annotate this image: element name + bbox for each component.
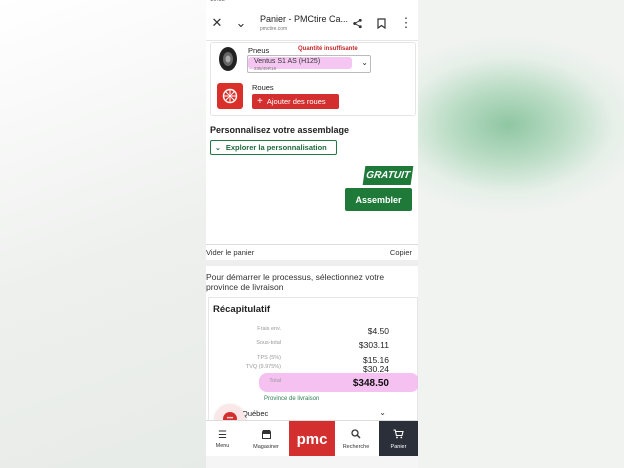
store-icon — [261, 429, 272, 442]
chevron-down-icon[interactable]: ⌄ — [232, 14, 250, 32]
tire-model: Ventus S1 AS (H125) — [254, 58, 321, 65]
nav-stores-label: Magasiner — [253, 443, 279, 450]
close-icon[interactable]: ✕ — [208, 14, 226, 32]
phone-screen: 19:55 ✕ ⌄ Panier - PMCtire Ca... pmctire… — [206, 0, 418, 468]
chevron-down-icon: ⌄ — [379, 408, 386, 417]
menu-icon: ☰ — [218, 429, 227, 441]
divider — [206, 244, 418, 245]
assemble-button[interactable]: Assembler — [345, 188, 412, 211]
add-wheels-button[interactable]: + Ajouter des roues — [252, 94, 339, 109]
search-icon — [351, 428, 361, 442]
share-icon[interactable] — [348, 14, 366, 32]
explore-customization-button[interactable]: ⌄ Explorer la personnalisation — [210, 140, 337, 155]
background-right — [418, 0, 624, 468]
divider — [206, 260, 418, 266]
summary-row: Sous-total $303.11 — [209, 340, 417, 350]
summary-value: $303.11 — [358, 340, 389, 350]
customize-title: Personnalisez votre assemblage — [210, 125, 350, 135]
tire-select[interactable]: Ventus S1 AS (H125) 235/45R18 ⌄ — [247, 55, 371, 73]
nav-stores[interactable]: Magasiner — [248, 421, 284, 457]
tire-icon — [219, 47, 237, 71]
copy-link[interactable]: Copier — [390, 248, 412, 257]
total-label: Total — [269, 378, 281, 384]
cart-item-card: Pneus Quantité insuffisante Ventus S1 AS… — [210, 42, 416, 116]
bottom-navigation: ☰ Menu Magasiner pmc Recherche Panier — [206, 420, 418, 457]
cart-icon — [393, 428, 404, 442]
add-wheels-label: Ajouter des roues — [266, 97, 326, 106]
province-value: Québec — [242, 409, 269, 418]
page-title: Panier - PMCtire Ca... — [260, 14, 349, 24]
nav-cart-label: Panier — [390, 443, 407, 450]
summary-label: Frais env. — [257, 326, 281, 332]
summary-label: TVQ (9.975%) — [245, 364, 281, 370]
bookmark-icon[interactable] — [372, 14, 390, 32]
browser-toolbar: ✕ ⌄ Panier - PMCtire Ca... pmctire.com ⋮ — [206, 6, 418, 41]
tire-size: 235/45R18 — [254, 66, 277, 71]
province-field-label: Province de livraison — [264, 396, 320, 402]
chevron-down-icon: ⌄ — [215, 144, 221, 152]
summary-row: Frais env. $4.50 — [209, 326, 417, 336]
clear-cart-link[interactable]: Vider le panier — [206, 248, 254, 257]
pmc-logo[interactable]: pmc — [289, 421, 335, 457]
system-navigation-bar — [206, 456, 418, 468]
explore-label: Explorer la personnalisation — [225, 143, 327, 152]
more-vert-icon[interactable]: ⋮ — [397, 14, 415, 32]
page-url: pmctire.com — [260, 26, 288, 32]
summary-card: Récapitulatif Frais env. $4.50 Sous-tota… — [208, 297, 418, 421]
province-message: Pour démarrer le processus, sélectionnez… — [206, 272, 385, 292]
stock-warning: Quantité insuffisante — [298, 46, 358, 52]
nav-menu[interactable]: ☰ Menu — [206, 421, 239, 457]
summary-value: $4.50 — [367, 326, 389, 336]
summary-total-row: Total $348.50 — [209, 378, 417, 389]
summary-label: TPS (5%) — [257, 355, 281, 361]
nav-search-label: Recherche — [342, 443, 370, 450]
chevron-down-icon: ⌄ — [361, 58, 368, 67]
nav-menu-label: Menu — [215, 442, 230, 449]
background-left — [0, 0, 206, 468]
total-value: $348.50 — [352, 378, 389, 389]
summary-label: Sous-total — [256, 340, 281, 346]
plus-icon: + — [257, 95, 263, 107]
tires-label: Pneus — [248, 46, 270, 55]
nav-search[interactable]: Recherche — [339, 421, 373, 457]
wheel-icon — [217, 83, 243, 109]
nav-cart[interactable]: Panier — [379, 421, 418, 457]
wheels-label: Roues — [252, 83, 274, 92]
free-badge: GRATUIT — [362, 166, 414, 185]
summary-title: Récapitulatif — [213, 304, 271, 315]
